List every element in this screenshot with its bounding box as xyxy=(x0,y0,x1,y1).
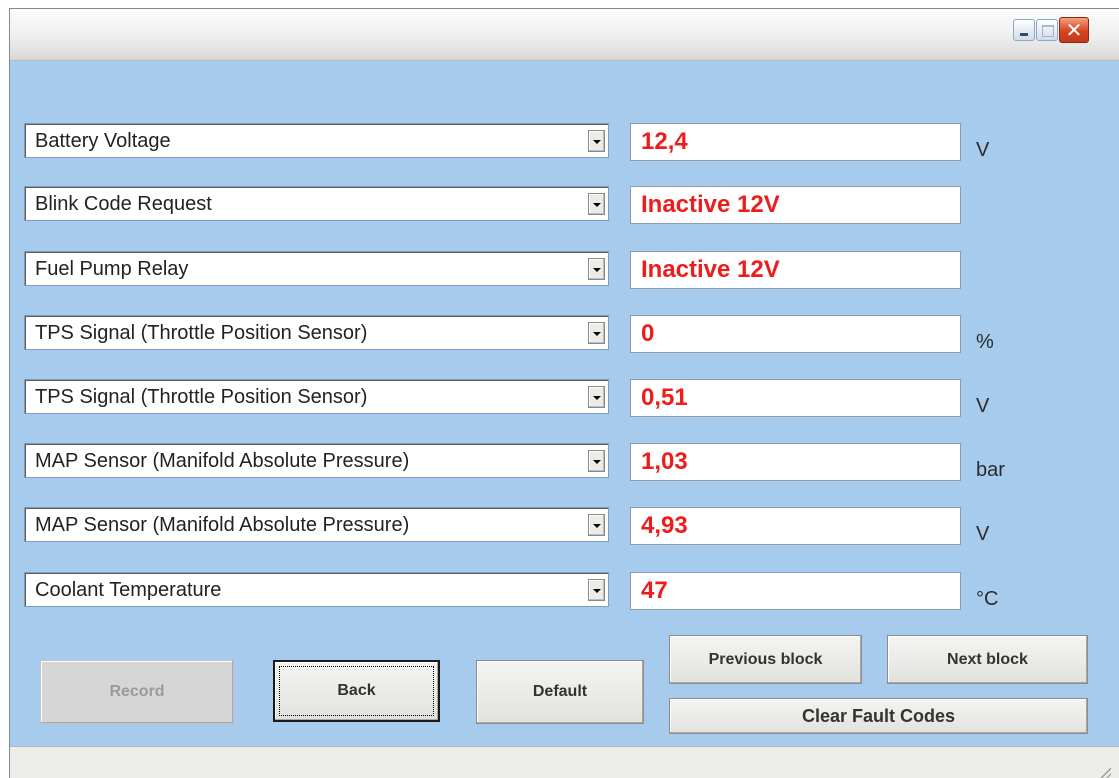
focus-ring xyxy=(279,666,434,716)
value-text: 0,51 xyxy=(641,384,688,411)
parameter-label: MAP Sensor (Manifold Absolute Pressure) xyxy=(35,514,410,536)
resize-grip-icon[interactable] xyxy=(1097,766,1111,778)
parameter-label: Fuel Pump Relay xyxy=(35,258,189,280)
next-block-button-label: Next block xyxy=(947,650,1028,668)
main-window: ✕ Battery Voltage 12,4 V Blink Code Requ… xyxy=(9,8,1119,778)
value-field: 0,51 xyxy=(630,379,961,417)
parameter-label: TPS Signal (Throttle Position Sensor) xyxy=(35,322,368,344)
parameter-label: Battery Voltage xyxy=(35,130,171,152)
unit-label: V xyxy=(976,395,990,417)
clear-fault-codes-button-label: Clear Fault Codes xyxy=(801,705,956,726)
unit-label: °C xyxy=(976,588,999,610)
parameter-row: MAP Sensor (Manifold Absolute Pressure) … xyxy=(10,443,1119,483)
parameter-dropdown[interactable]: TPS Signal (Throttle Position Sensor) xyxy=(24,379,609,414)
default-button-label: Default xyxy=(532,683,588,700)
parameter-row: TPS Signal (Throttle Position Sensor) 0,… xyxy=(10,379,1119,419)
unit-label: V xyxy=(976,139,990,161)
value-text: Inactive 12V xyxy=(641,191,780,218)
unit-label: bar xyxy=(976,459,1005,481)
value-text: 4,93 xyxy=(641,512,688,539)
dropdown-arrow-icon[interactable] xyxy=(588,514,605,536)
maximize-icon[interactable] xyxy=(1036,19,1058,41)
parameter-row: Blink Code Request Inactive 12V xyxy=(10,186,1119,226)
parameter-row: Fuel Pump Relay Inactive 12V xyxy=(10,251,1119,291)
dropdown-arrow-icon[interactable] xyxy=(588,322,605,344)
parameter-dropdown[interactable]: Fuel Pump Relay xyxy=(24,251,609,286)
previous-block-button[interactable]: Previous block xyxy=(669,635,862,684)
value-text: 1,03 xyxy=(641,448,688,475)
parameter-dropdown[interactable]: Coolant Temperature xyxy=(24,572,609,607)
value-field: 0 xyxy=(630,315,961,353)
unit-label: % xyxy=(976,331,994,353)
parameter-label: Blink Code Request xyxy=(35,193,212,215)
minimize-icon[interactable] xyxy=(1013,19,1035,41)
value-text: Inactive 12V xyxy=(641,256,780,283)
value-field: 12,4 xyxy=(630,123,961,161)
dropdown-arrow-icon[interactable] xyxy=(588,130,605,152)
dropdown-arrow-icon[interactable] xyxy=(588,258,605,280)
unit-label: V xyxy=(976,523,990,545)
close-icon[interactable]: ✕ xyxy=(1059,17,1089,43)
default-button[interactable]: Default xyxy=(476,660,644,724)
dropdown-arrow-icon[interactable] xyxy=(588,450,605,472)
clear-fault-codes-button[interactable]: Clear Fault Codes xyxy=(669,698,1088,734)
parameter-row: Coolant Temperature 47 °C xyxy=(10,572,1119,612)
title-bar[interactable]: ✕ xyxy=(10,9,1119,61)
parameter-label: MAP Sensor (Manifold Absolute Pressure) xyxy=(35,450,410,472)
parameter-row: Battery Voltage 12,4 V xyxy=(10,123,1119,163)
value-field: 4,93 xyxy=(630,507,961,545)
value-text: 12,4 xyxy=(641,128,688,155)
parameter-row: TPS Signal (Throttle Position Sensor) 0 … xyxy=(10,315,1119,355)
value-text: 0 xyxy=(641,320,655,347)
dropdown-arrow-icon[interactable] xyxy=(588,579,605,601)
parameter-label: TPS Signal (Throttle Position Sensor) xyxy=(35,386,368,408)
parameter-dropdown[interactable]: Blink Code Request xyxy=(24,186,609,221)
dropdown-arrow-icon[interactable] xyxy=(588,386,605,408)
parameter-row: MAP Sensor (Manifold Absolute Pressure) … xyxy=(10,507,1119,547)
value-field: 1,03 xyxy=(630,443,961,481)
value-field: 47 xyxy=(630,572,961,610)
parameter-dropdown[interactable]: Battery Voltage xyxy=(24,123,609,158)
parameter-label: Coolant Temperature xyxy=(35,579,222,601)
parameter-dropdown[interactable]: TPS Signal (Throttle Position Sensor) xyxy=(24,315,609,350)
status-bar xyxy=(10,746,1119,778)
value-field: Inactive 12V xyxy=(630,251,961,289)
parameter-dropdown[interactable]: MAP Sensor (Manifold Absolute Pressure) xyxy=(24,443,609,478)
record-button-label: Record xyxy=(109,683,165,700)
back-button[interactable]: Back xyxy=(273,660,440,722)
value-text: 47 xyxy=(641,577,668,604)
previous-block-button-label: Previous block xyxy=(708,650,823,668)
value-field: Inactive 12V xyxy=(630,186,961,224)
next-block-button[interactable]: Next block xyxy=(887,635,1088,684)
dropdown-arrow-icon[interactable] xyxy=(588,193,605,215)
record-button[interactable]: Record xyxy=(40,660,234,724)
parameter-dropdown[interactable]: MAP Sensor (Manifold Absolute Pressure) xyxy=(24,507,609,542)
